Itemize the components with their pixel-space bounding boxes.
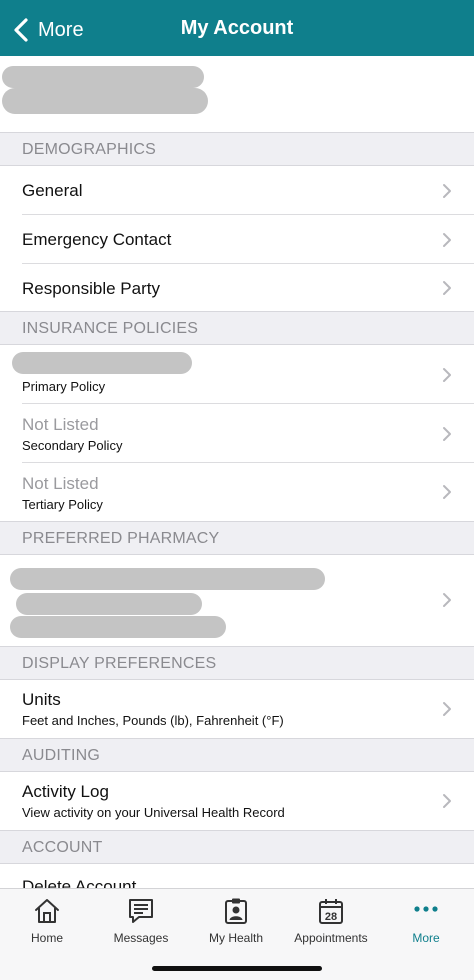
section-header-account: ACCOUNT [0,830,474,864]
row-responsible-party[interactable]: Responsible Party [0,264,474,311]
row-label: Emergency Contact [22,230,172,249]
redacted-pharmacy [10,568,325,590]
row-pharmacy[interactable] [0,555,474,646]
redacted-insurer [12,352,192,374]
row-sublabel: View activity on your Universal Health R… [22,805,285,820]
chevron-right-icon [443,702,451,716]
calendar-date: 28 [325,911,337,923]
row-label: General [22,181,83,200]
tab-messages[interactable]: Messages [94,897,188,953]
chevron-right-icon [443,485,451,499]
section-header-insurance: INSURANCE POLICIES [0,311,474,345]
tab-my-health[interactable]: My Health [189,897,283,953]
row-label: Activity Log [22,782,109,801]
row-sublabel: Secondary Policy [22,438,123,453]
row-primary-policy[interactable]: Primary Policy [0,345,474,404]
tab-home[interactable]: Home [0,897,94,953]
tab-label: More [412,931,440,945]
tab-label: Home [30,931,63,945]
row-emergency-contact[interactable]: Emergency Contact [0,215,474,264]
tab-more[interactable]: More [379,897,473,953]
chevron-right-icon [443,368,451,382]
chevron-right-icon [443,281,451,295]
home-icon [35,899,59,923]
redacted-name [2,88,208,114]
chevron-right-icon [443,233,451,247]
row-label: Not Listed [22,415,99,434]
more-dots-icon [414,906,438,912]
tab-appointments[interactable]: 28 Appointments [284,897,378,953]
tab-label: My Health [208,931,264,945]
row-sublabel: Feet and Inches, Pounds (lb), Fahrenheit… [22,713,284,728]
section-header-auditing: AUDITING [0,738,474,772]
home-indicator [152,966,322,971]
tab-label: Appointments [294,931,368,945]
row-label: Units [22,690,61,709]
section-header-display: DISPLAY PREFERENCES [0,646,474,680]
tab-label: Messages [113,931,169,945]
section-header-pharmacy: PREFERRED PHARMACY [0,521,474,555]
calendar-icon: 28 [319,899,343,924]
row-sublabel: Primary Policy [22,379,106,394]
row-activity-log[interactable]: Activity Log View activity on your Unive… [0,772,474,830]
row-sublabel: Tertiary Policy [22,497,103,512]
message-icon [129,899,153,923]
redacted-pharmacy [10,616,226,638]
row-general[interactable]: General [0,166,474,215]
chevron-right-icon [443,593,451,607]
nav-bar: More My Account [0,0,474,56]
section-header-demographics: DEMOGRAPHICS [0,132,474,166]
row-label: Not Listed [22,474,99,493]
chevron-right-icon [443,794,451,808]
row-tertiary-policy[interactable]: Not Listed Tertiary Policy [0,463,474,521]
row-secondary-policy[interactable]: Not Listed Secondary Policy [0,404,474,463]
redacted-pharmacy [16,593,202,615]
page-title: My Account [180,17,294,39]
health-record-icon [225,898,247,924]
row-units[interactable]: Units Feet and Inches, Pounds (lb), Fahr… [0,680,474,738]
chevron-right-icon [443,427,451,441]
chevron-right-icon [443,184,451,198]
row-label: Responsible Party [22,279,160,298]
redacted-name [2,66,204,88]
